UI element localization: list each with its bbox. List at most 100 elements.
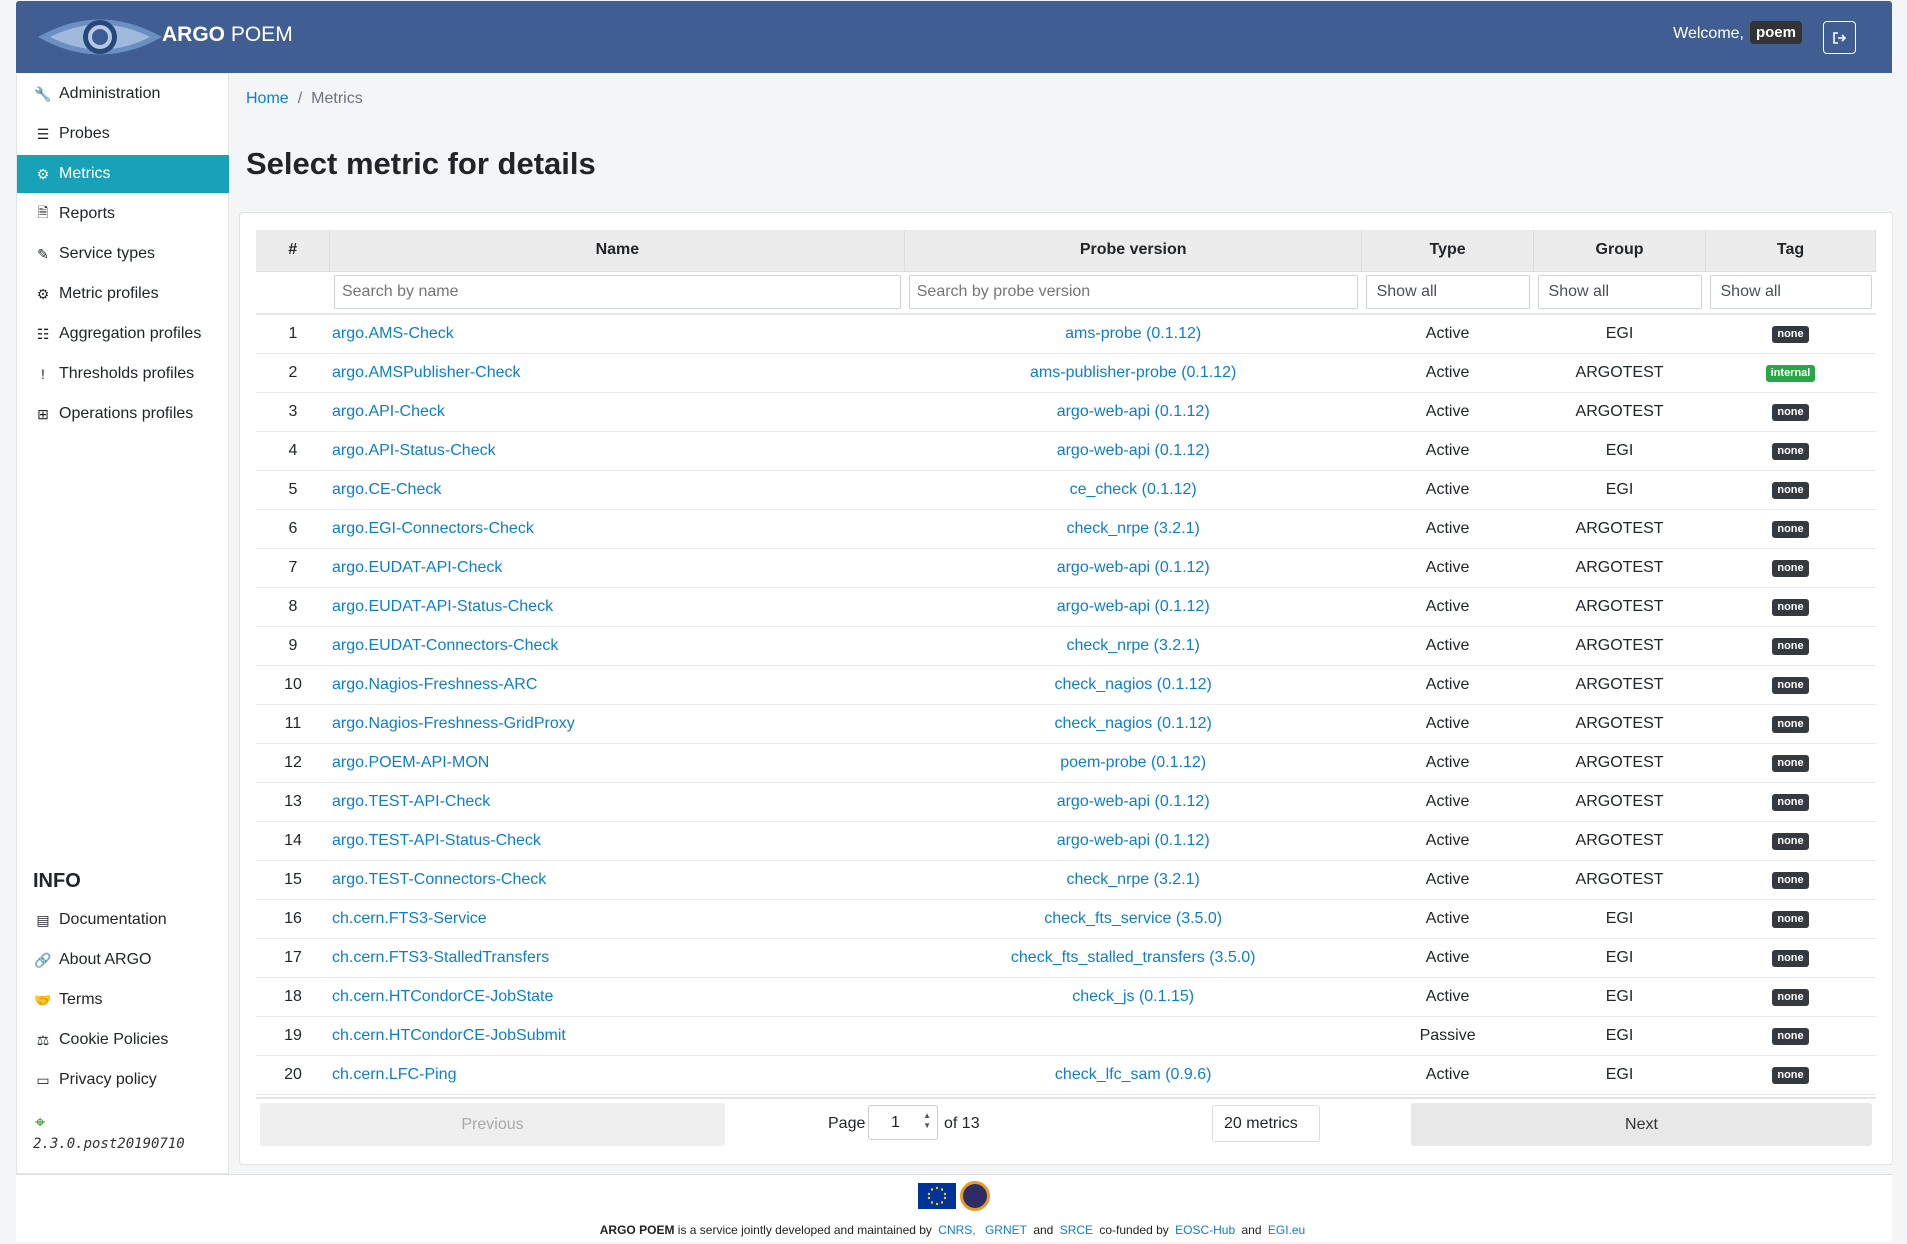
metric-name-link[interactable]: ch.cern.FTS3-Service — [332, 910, 487, 927]
probe-version-link[interactable]: check_nrpe (3.2.1) — [1066, 871, 1199, 888]
group-filter-select[interactable]: Show all — [1537, 275, 1702, 310]
srce-link[interactable]: SRCE — [1060, 1223, 1093, 1237]
breadcrumb: Home / Metrics — [246, 90, 363, 107]
metric-name-link[interactable]: ch.cern.HTCondorCE-JobState — [332, 988, 553, 1005]
probe-version-link[interactable]: check_nrpe (3.2.1) — [1066, 637, 1199, 654]
page-spinner-icon[interactable]: ▲ ▼ — [923, 1111, 931, 1131]
eosc-hub-link[interactable]: EOSC-Hub — [1175, 1223, 1235, 1237]
table-row: 17 ch.cern.FTS3-StalledTransfers check_fts… — [256, 938, 1876, 978]
sidebar-item-thresholds-profiles[interactable]: ! Thresholds profiles — [17, 355, 229, 393]
metric-name-link[interactable]: ch.cern.FTS3-StalledTransfers — [332, 949, 549, 966]
sidebar-item-label: Metrics — [59, 165, 111, 182]
metric-name-link[interactable]: argo.TEST-Connectors-Check — [332, 871, 546, 888]
tag-badge: none — [1772, 560, 1809, 577]
metric-type: Active — [1425, 909, 1470, 927]
row-number: 5 — [288, 480, 298, 498]
probe-version-link[interactable]: argo-web-api (0.1.12) — [1057, 793, 1210, 810]
sidebar-info-documentation[interactable]: ▤ Documentation — [17, 901, 229, 939]
metric-name-link[interactable]: argo.API-Check — [332, 403, 445, 420]
metric-name-link[interactable]: argo.AMSPublisher-Check — [332, 364, 521, 381]
metric-name-link[interactable]: ch.cern.LFC-Ping — [332, 1066, 457, 1083]
sidebar-info-cookie-policies[interactable]: ⚖ Cookie Policies — [17, 1021, 229, 1059]
name-search-input[interactable] — [333, 275, 901, 310]
probe-version-link[interactable]: check_nagios (0.1.12) — [1054, 676, 1211, 693]
probe-version-search-input[interactable] — [908, 275, 1358, 310]
tag-filter-select[interactable]: Show all — [1709, 275, 1872, 310]
page-size-select[interactable]: 20 metrics — [1212, 1105, 1320, 1142]
breadcrumb-home-link[interactable]: Home — [246, 90, 289, 107]
table-row: 11 argo.Nagios-Freshness-GridProxy check_n… — [256, 704, 1876, 744]
metric-name-link[interactable]: argo.API-Status-Check — [332, 442, 496, 459]
sidebar-info-about-argo[interactable]: 🔗 About ARGO — [17, 941, 229, 979]
row-number: 8 — [288, 597, 298, 615]
handshake-icon: 🤝 — [34, 991, 52, 1008]
metric-name-link[interactable]: argo.EGI-Connectors-Check — [332, 520, 534, 537]
footer: ARGO POEM is a service jointly developed… — [16, 1174, 1892, 1242]
probe-version-link[interactable]: check_fts_service (3.5.0) — [1044, 910, 1222, 927]
tag-badge: none — [1772, 599, 1809, 616]
probe-version-link[interactable]: check_lfc_sam (0.9.6) — [1055, 1066, 1212, 1083]
metric-type: Active — [1425, 792, 1470, 810]
metric-name-link[interactable]: argo.EUDAT-API-Check — [332, 559, 502, 576]
probe-version-link[interactable]: check_nrpe (3.2.1) — [1066, 520, 1199, 537]
metric-type: Active — [1425, 870, 1470, 888]
probe-version-link[interactable]: argo-web-api (0.1.12) — [1057, 559, 1210, 576]
metric-name-link[interactable]: ch.cern.HTCondorCE-JobSubmit — [332, 1027, 566, 1044]
probe-version-link[interactable]: argo-web-api (0.1.12) — [1057, 832, 1210, 849]
sidebar-item-administration[interactable]: 🔧 Administration — [17, 75, 229, 113]
sidebar-item-service-types[interactable]: ✎ Service types — [17, 235, 229, 273]
pagination-bar: Previous Page 1 ▲ ▼ of 13 20 metrics Next — [256, 1097, 1876, 1148]
metric-name-link[interactable]: argo.EUDAT-Connectors-Check — [332, 637, 558, 654]
previous-button[interactable]: Previous — [260, 1103, 725, 1146]
logout-button[interactable] — [1823, 21, 1856, 54]
metric-type: Active — [1425, 753, 1470, 771]
probe-version-link[interactable]: argo-web-api (0.1.12) — [1057, 403, 1210, 420]
table-row: 4 argo.API-Status-Check argo-web-api (0.1.… — [256, 431, 1876, 471]
sidebar-info-terms[interactable]: 🤝 Terms — [17, 981, 229, 1019]
sidebar-item-reports[interactable]: 🗎 Reports — [17, 195, 229, 233]
probe-version-link[interactable]: poem-probe (0.1.12) — [1060, 754, 1206, 771]
probe-version-link[interactable]: argo-web-api (0.1.12) — [1057, 442, 1210, 459]
row-number: 2 — [288, 363, 298, 381]
tag-badge: none — [1772, 521, 1809, 538]
sidebar-item-metrics[interactable]: ⚙ Metrics — [17, 155, 229, 193]
metric-type: Active — [1425, 831, 1470, 849]
metric-name-link[interactable]: argo.Nagios-Freshness-ARC — [332, 676, 537, 693]
argo-eye-logo[interactable] — [36, 14, 164, 60]
sidebar-item-aggregation-profiles[interactable]: ☷ Aggregation profiles — [17, 315, 229, 353]
metric-name-link[interactable]: argo.EUDAT-API-Status-Check — [332, 598, 553, 615]
sidebar-item-label: Reports — [59, 205, 116, 222]
row-number: 19 — [284, 1026, 302, 1044]
metric-type: Active — [1425, 1065, 1470, 1083]
sidebar-item-label: Terms — [59, 991, 103, 1008]
sidebar-item-operations-profiles[interactable]: ⊞ Operations profiles — [17, 395, 229, 433]
cnrs-link[interactable]: CNRS, — [938, 1223, 975, 1237]
metric-type: Active — [1425, 948, 1470, 966]
row-number: 20 — [284, 1065, 302, 1083]
metric-name-link[interactable]: argo.Nagios-Freshness-GridProxy — [332, 715, 575, 732]
sidebar-info-privacy-policy[interactable]: ▭ Privacy policy — [17, 1061, 229, 1099]
tag-badge: none — [1772, 755, 1809, 772]
row-number: 17 — [284, 948, 302, 966]
metric-name-link[interactable]: argo.TEST-API-Status-Check — [332, 832, 541, 849]
probe-version-link[interactable]: check_nagios (0.1.12) — [1054, 715, 1211, 732]
probe-version-link[interactable]: ams-publisher-probe (0.1.12) — [1030, 364, 1236, 381]
probe-version-link[interactable]: ams-probe (0.1.12) — [1065, 325, 1201, 342]
grnet-link[interactable]: GRNET — [985, 1223, 1027, 1237]
metric-name-link[interactable]: argo.CE-Check — [332, 481, 441, 498]
sidebar-item-metric-profiles[interactable]: ⚙ Metric profiles — [17, 275, 229, 313]
probe-version-link[interactable]: argo-web-api (0.1.12) — [1057, 598, 1210, 615]
probe-version-link[interactable]: check_js (0.1.15) — [1072, 988, 1194, 1005]
sidebar-item-probes[interactable]: ☰ Probes — [17, 115, 229, 153]
table-row: 8 argo.EUDAT-API-Status-Check argo-web-api… — [256, 587, 1876, 627]
probe-version-link[interactable]: ce_check (0.1.12) — [1070, 481, 1197, 498]
metric-name-link[interactable]: argo.AMS-Check — [332, 325, 454, 342]
probe-version-link[interactable]: check_fts_stalled_transfers (3.5.0) — [1011, 949, 1256, 966]
metric-name-link[interactable]: argo.POEM-API-MON — [332, 754, 489, 771]
pencil-icon: ✎ — [37, 245, 49, 262]
egi-eu-link[interactable]: EGI.eu — [1268, 1223, 1305, 1237]
metric-name-link[interactable]: argo.TEST-API-Check — [332, 793, 490, 810]
page-number-input[interactable]: 1 ▲ ▼ — [868, 1105, 938, 1140]
type-filter-select[interactable]: Show all — [1365, 275, 1530, 310]
next-button[interactable]: Next — [1411, 1103, 1872, 1146]
